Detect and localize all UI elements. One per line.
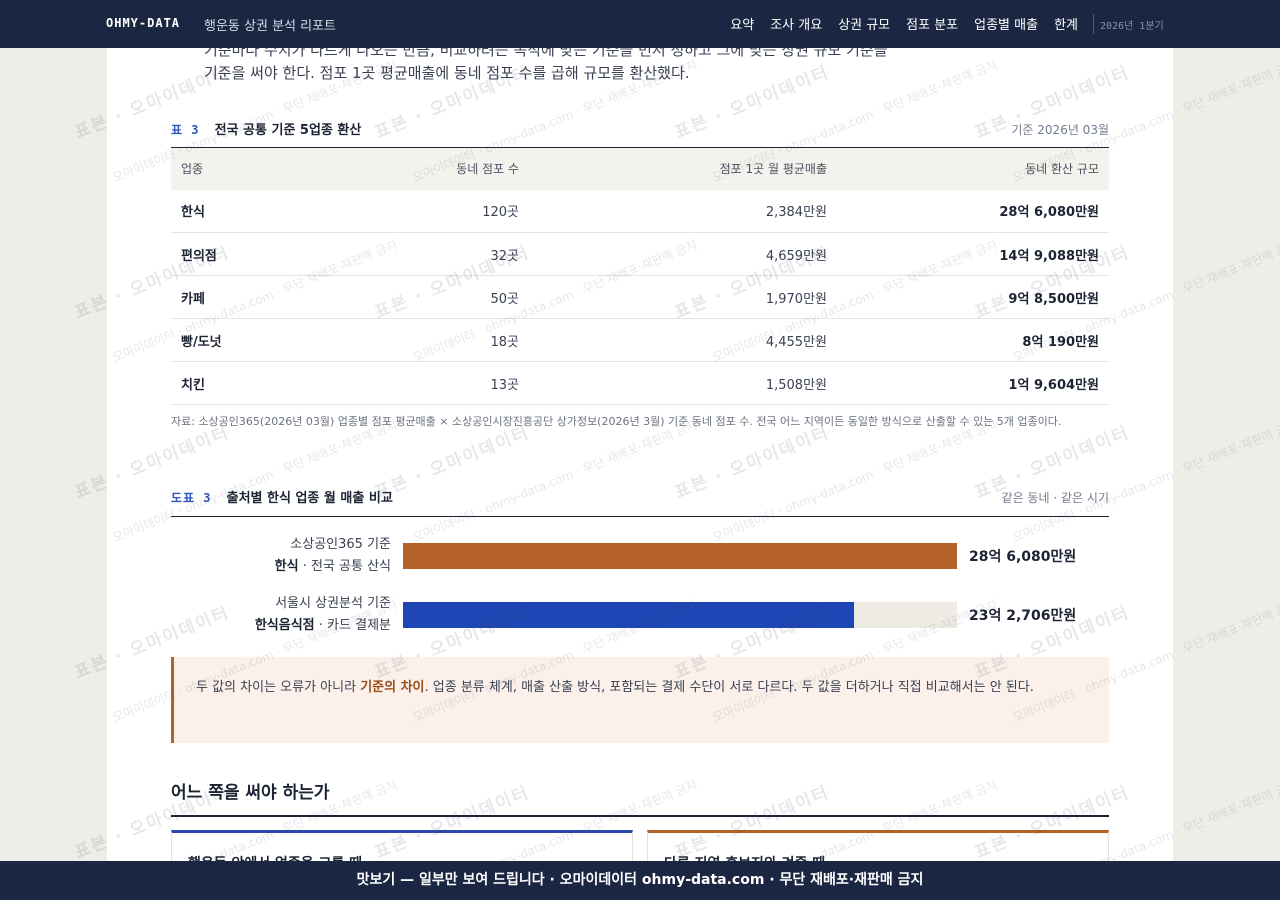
table-row: 카페 50곳 1,970만원 9억 8,500만원 <box>171 275 1109 319</box>
cell-industry: 치킨 <box>171 361 351 405</box>
cell-industry: 편의점 <box>171 232 351 276</box>
table-3-header: 표 3 전국 공통 기준 5업종 환산 기준 2026년 03월 <box>171 119 1109 138</box>
note-callout: 두 값의 차이는 오류가 아니라 기준의 차이. 업종 분류 체계, 매출 산출… <box>171 657 1109 743</box>
figure-number: 도표 3 <box>171 491 212 505</box>
brand-logo[interactable]: OHMY-DATA <box>106 16 180 30</box>
bar-track <box>403 602 957 628</box>
column-header-total: 동네 환산 규모 <box>837 147 1109 190</box>
bar-row-sbiz365: 소상공인365 기준 한식 · 전국 공통 산식 28억 6,080만원 <box>171 534 1109 578</box>
bar-track <box>403 543 957 569</box>
cell-total: 8억 190만원 <box>837 318 1109 362</box>
cell-total: 1억 9,604만원 <box>837 361 1109 405</box>
table-row: 편의점 32곳 4,659만원 14억 9,088만원 <box>171 232 1109 276</box>
bar-fill <box>403 602 854 628</box>
bar-value-label: 23억 2,706만원 <box>969 608 1077 624</box>
cell-store-count: 32곳 <box>351 232 529 276</box>
cell-avg-sales: 1,508만원 <box>529 361 837 405</box>
report-content: 기준마다 수치가 다르게 나오는 만큼, 비교하려는 목적에 맞는 기준을 먼저… <box>107 48 1173 861</box>
bar-label: 서울시 상권분석 기준 한식음식점 · 카드 결제분 <box>171 593 391 637</box>
table-title: 전국 공통 기준 5업종 환산 <box>214 123 362 138</box>
figure-title: 출처별 한식 업종 월 매출 비교 <box>226 491 393 506</box>
cell-store-count: 50곳 <box>351 275 529 319</box>
nav-link-market-size[interactable]: 상권 규모 <box>838 14 890 33</box>
nav-divider <box>1093 14 1094 34</box>
column-header-store-count: 동네 점포 수 <box>351 147 529 190</box>
table-header-row: 업종 동네 점포 수 점포 1곳 월 평균매출 동네 환산 규모 <box>171 147 1109 190</box>
cell-avg-sales: 4,659만원 <box>529 232 837 276</box>
table-meta: 기준 2026년 03월 <box>1011 123 1109 137</box>
bar-label: 소상공인365 기준 한식 · 전국 공통 산식 <box>171 534 391 578</box>
intro-paragraph-fragment: 기준마다 수치가 다르게 나오는 만큼, 비교하려는 목적에 맞는 기준을 먼저… <box>204 48 888 59</box>
bar-source-label: 서울시 상권분석 기준 <box>275 596 391 611</box>
section-heading: 어느 쪽을 써야 하는가 <box>171 783 330 803</box>
cell-industry: 카페 <box>171 275 351 319</box>
bar-category-label: 한식 <box>274 559 299 574</box>
cell-total: 9억 8,500만원 <box>837 275 1109 319</box>
cell-industry: 빵/도넛 <box>171 318 351 362</box>
option-card-local: 행운동 안에서 업종을 고를 때 <box>171 830 633 861</box>
bar-value-label: 28억 6,080만원 <box>969 549 1077 565</box>
report-period: 2026년 1분기 <box>1100 21 1164 32</box>
cell-avg-sales: 4,455만원 <box>529 318 837 362</box>
table-row: 치킨 13곳 1,508만원 1억 9,604만원 <box>171 361 1109 405</box>
cell-store-count: 18곳 <box>351 318 529 362</box>
cell-total: 28억 6,080만원 <box>837 189 1109 233</box>
section-divider <box>171 815 1109 817</box>
bar-row-seoul: 서울시 상권분석 기준 한식음식점 · 카드 결제분 23억 2,706만원 <box>171 593 1109 637</box>
cell-store-count: 13곳 <box>351 361 529 405</box>
column-header-avg-sales: 점포 1곳 월 평균매출 <box>529 147 837 190</box>
cell-avg-sales: 2,384만원 <box>529 189 837 233</box>
nav-link-summary[interactable]: 요약 <box>730 14 754 33</box>
nav-link-store-distribution[interactable]: 점포 분포 <box>906 14 958 33</box>
cell-industry: 한식 <box>171 189 351 233</box>
main-nav: 요약 조사 개요 상권 규모 점포 분포 업종별 매출 한계 <box>730 14 1078 33</box>
table-row: 빵/도넛 18곳 4,455만원 8억 190만원 <box>171 318 1109 362</box>
callout-text-before: 두 값의 차이는 오류가 아니라 <box>196 680 361 695</box>
column-header-industry: 업종 <box>171 147 351 190</box>
table-source-note: 자료: 소상공인365(2026년 03월) 업종별 점포 평균매출 × 소상공… <box>171 415 1062 428</box>
table-number: 표 3 <box>171 123 200 137</box>
industry-conversion-table: 업종 동네 점포 수 점포 1곳 월 평균매출 동네 환산 규모 한식 120곳… <box>171 147 1109 405</box>
option-card-compare: 다른 지역 후보지와 겨줄 때 <box>647 830 1109 861</box>
figure-meta: 같은 동네 · 같은 시기 <box>1001 491 1109 505</box>
table-row: 한식 120곳 2,384만원 28억 6,080만원 <box>171 189 1109 233</box>
bar-method-label: · 카드 결제분 <box>314 618 391 633</box>
bar-source-label: 소상공인365 기준 <box>290 537 391 552</box>
intro-paragraph: 기준을 써야 한다. 점포 1곳 평균매출에 동네 점포 수를 곱해 규모를 환… <box>204 64 690 82</box>
cell-store-count: 120곳 <box>351 189 529 233</box>
report-title: 행운동 상권 분석 리포트 <box>204 19 336 34</box>
preview-banner: 맛보기 — 일부만 보여 드립니다 · 오마이데이터 ohmy-data.com… <box>0 861 1280 900</box>
callout-text-after: . 업종 분류 체계, 매출 산출 방식, 포함되는 결제 수단이 서로 다르다… <box>424 680 1034 695</box>
figure-divider <box>171 516 1109 517</box>
nav-link-limitations[interactable]: 한계 <box>1054 14 1078 33</box>
cell-avg-sales: 1,970만원 <box>529 275 837 319</box>
figure-3-header: 도표 3 출처별 한식 업종 월 매출 비교 같은 동네 · 같은 시기 <box>171 487 1109 506</box>
nav-link-sales-by-industry[interactable]: 업종별 매출 <box>974 14 1038 33</box>
cell-total: 14억 9,088만원 <box>837 232 1109 276</box>
bar-fill <box>403 543 957 569</box>
bar-method-label: · 전국 공통 산식 <box>298 559 391 574</box>
nav-link-survey-overview[interactable]: 조사 개요 <box>770 14 822 33</box>
callout-emphasis: 기준의 차이 <box>360 680 425 695</box>
top-navigation-bar: OHMY-DATA 행운동 상권 분석 리포트 요약 조사 개요 상권 규모 점… <box>0 0 1280 48</box>
bar-category-label: 한식음식점 <box>254 618 315 633</box>
